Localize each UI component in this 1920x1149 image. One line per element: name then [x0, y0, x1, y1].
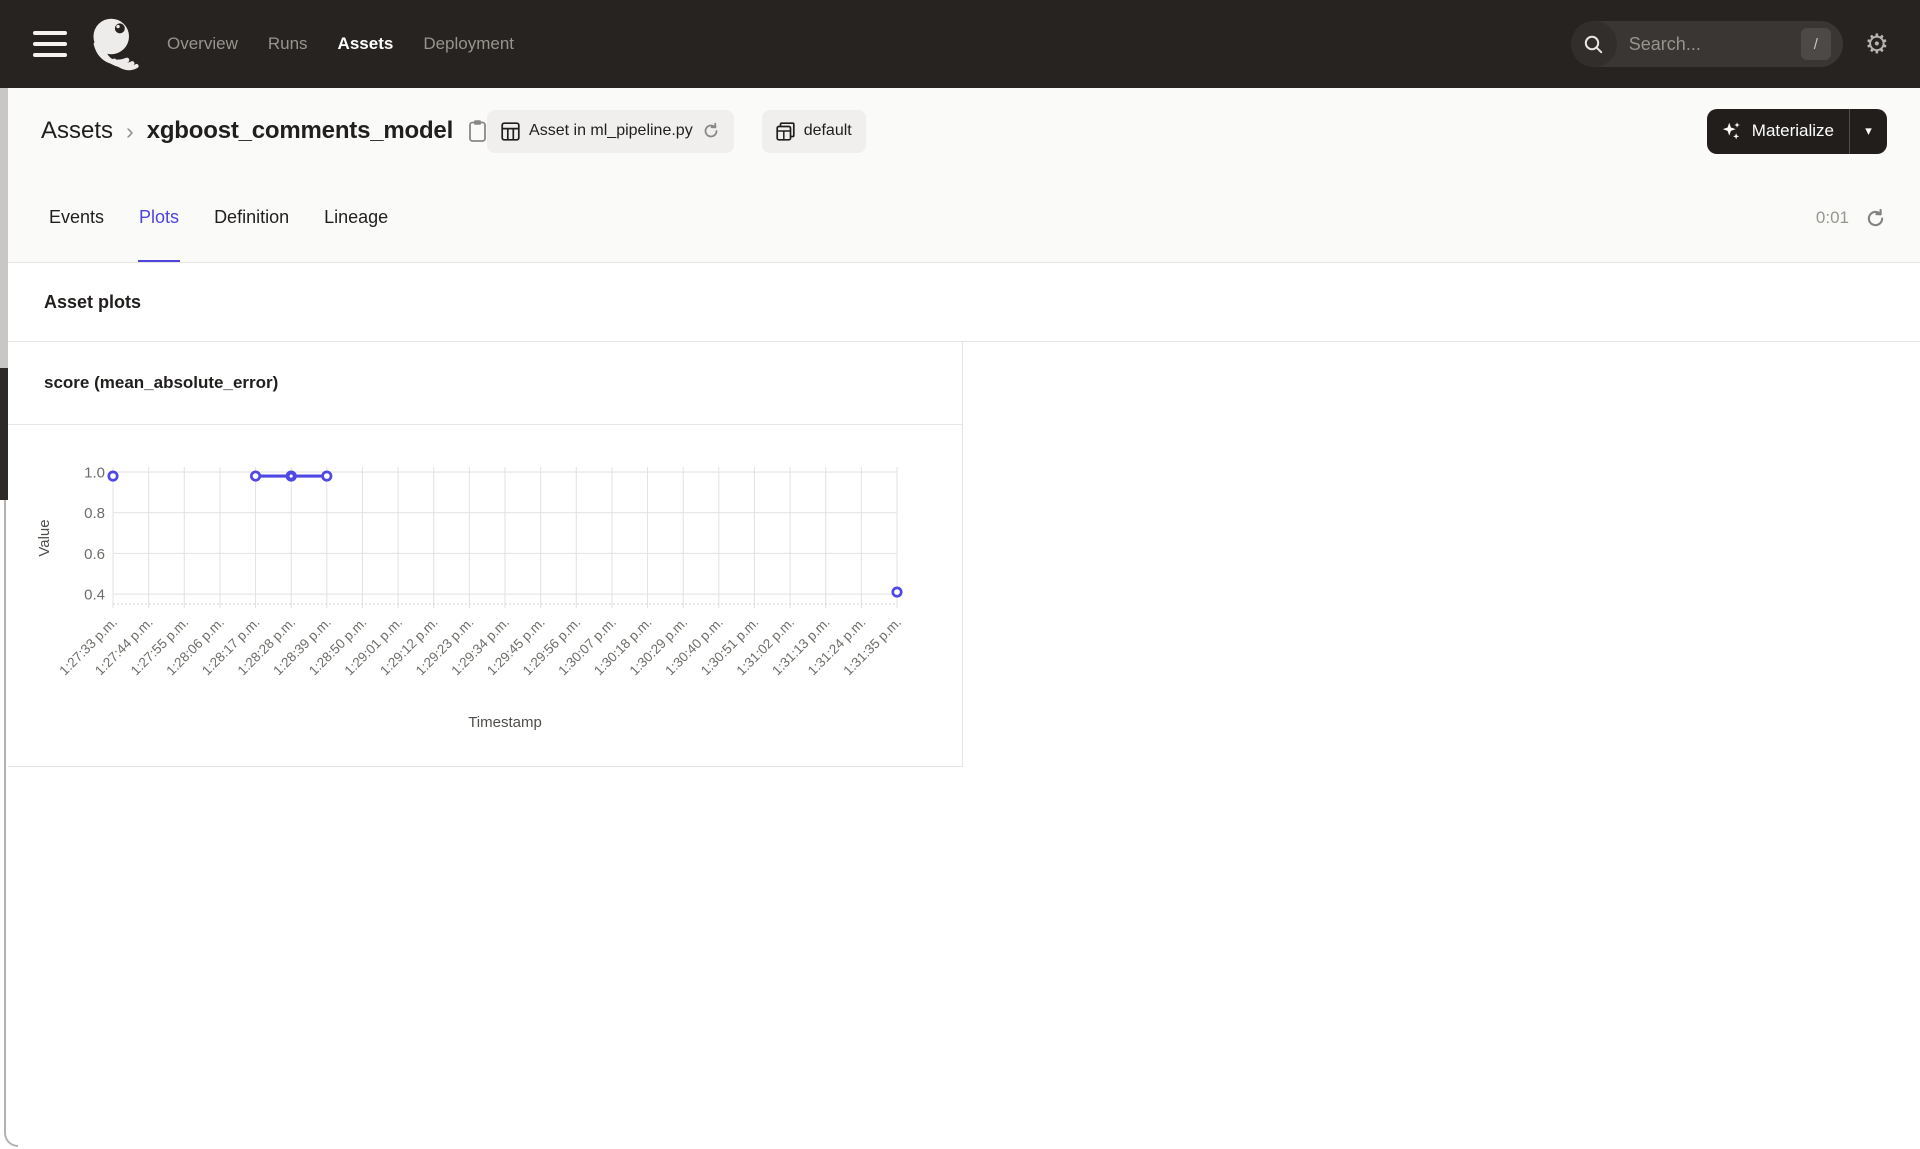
asset-group-badge[interactable]: default — [761, 109, 866, 153]
asset-plots-section-header: Asset plots — [8, 263, 1920, 342]
window-corner — [4, 1113, 18, 1147]
breadcrumb-separator: › — [126, 117, 134, 144]
svg-text:Value: Value — [36, 519, 53, 556]
menu-icon[interactable] — [33, 31, 67, 57]
line-chart-svg: 1.00.80.60.41:27:33 p.m.1:27:44 p.m.1:27… — [36, 465, 904, 732]
svg-text:0.6: 0.6 — [84, 546, 105, 563]
breadcrumb-assets-link[interactable]: Assets — [41, 117, 113, 145]
materialize-split-button: Materialize ▾ — [1706, 108, 1887, 154]
top-nav: Overview Runs Assets Deployment / ⚙ — [8, 0, 1920, 88]
asset-tabs: Events Plots Definition Lineage 0:01 — [8, 174, 1920, 262]
tab-events[interactable]: Events — [48, 174, 105, 262]
edge-strip-dark-top — [0, 0, 8, 88]
code-location-badge[interactable]: Asset in ml_pipeline.py — [487, 109, 734, 153]
materialize-button[interactable]: Materialize — [1707, 109, 1849, 154]
global-search[interactable]: / — [1570, 21, 1843, 67]
svg-text:0.8: 0.8 — [84, 505, 105, 522]
edge-strip-gray — [0, 88, 8, 368]
asset-group-label: default — [803, 122, 852, 139]
search-input[interactable] — [1616, 33, 1801, 55]
refresh-icon[interactable] — [1865, 208, 1886, 229]
asset-group-icon — [776, 121, 795, 141]
svg-text:1.0: 1.0 — [84, 465, 105, 482]
asset-plot-chart: 1.0 0.8 0.6 0.4 1:27:33 p.m. 1:27:44 p.m. 1:27… — [8, 425, 963, 766]
refresh-icon — [702, 122, 720, 140]
primary-nav: Overview Runs Assets Deployment — [167, 34, 514, 54]
sparkles-icon — [1721, 120, 1743, 142]
nav-item-runs[interactable]: Runs — [268, 34, 308, 54]
tab-lineage[interactable]: Lineage — [323, 174, 389, 262]
tab-plots[interactable]: Plots — [138, 174, 181, 262]
materialize-label: Materialize — [1751, 121, 1834, 140]
nav-item-overview[interactable]: Overview — [167, 34, 238, 54]
page-title: xgboost_comments_model — [146, 117, 454, 144]
svg-text:Timestamp: Timestamp — [468, 714, 542, 731]
code-location-label: Asset in ml_pipeline.py — [529, 122, 693, 139]
gear-icon[interactable]: ⚙ — [1865, 30, 1889, 58]
plot-card: score (mean_absolute_error) 1.0 0.8 0.6 0.4… — [8, 342, 963, 767]
window-border-line — [4, 500, 6, 1119]
section-title: Asset plots — [44, 291, 142, 312]
asset-page-header: Assets › xgboost_comments_model Asset in… — [8, 88, 1920, 263]
window-left-edge — [0, 0, 18, 1149]
svg-text:0.4: 0.4 — [84, 587, 105, 604]
nav-item-deployment[interactable]: Deployment — [423, 34, 514, 54]
dagster-logo-icon[interactable] — [89, 16, 141, 72]
materialize-dropdown-caret[interactable]: ▾ — [1849, 108, 1887, 154]
dagster-app-window: Overview Runs Assets Deployment / ⚙ Asse… — [0, 0, 1920, 1149]
refresh-timer: 0:01 — [1815, 208, 1849, 227]
search-icon — [1570, 21, 1617, 67]
nav-item-assets[interactable]: Assets — [338, 34, 394, 54]
clipboard-icon[interactable] — [468, 119, 487, 143]
plot-card-title: score (mean_absolute_error) — [8, 342, 962, 425]
edge-strip-dark-block — [0, 368, 8, 500]
breadcrumb: Assets › xgboost_comments_model Asset in… — [8, 88, 1920, 174]
tab-definition[interactable]: Definition — [213, 174, 290, 262]
search-shortcut-badge: / — [1800, 28, 1831, 60]
table-icon — [501, 121, 520, 141]
